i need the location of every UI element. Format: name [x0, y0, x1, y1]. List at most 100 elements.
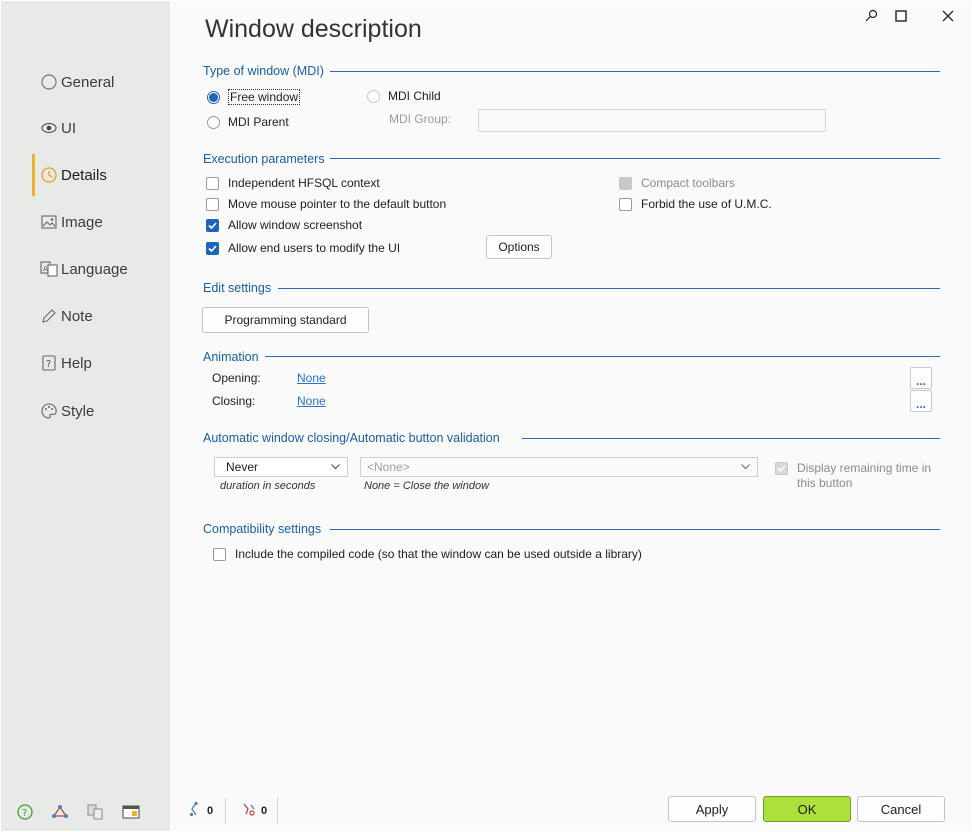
duration-hint: duration in seconds	[220, 480, 316, 492]
checkbox-indicator	[775, 462, 788, 475]
checkmark-icon	[208, 221, 217, 229]
divider	[277, 798, 278, 824]
checkbox-indicator	[206, 176, 219, 190]
radio-mdi-child[interactable]: MDI Child	[367, 89, 441, 103]
sidebar-item-note[interactable]: Note	[32, 295, 171, 337]
links-counter[interactable]: 0	[187, 801, 213, 820]
options-button[interactable]: Options	[486, 235, 552, 259]
section-title-type-of-window: Type of window (MDI)	[203, 64, 329, 78]
closing-link[interactable]: None	[297, 394, 326, 408]
sidebar-item-general[interactable]: General	[32, 61, 171, 103]
radio-indicator	[207, 90, 220, 104]
sidebar-item-ui[interactable]: UI	[32, 107, 171, 149]
closing-more-button[interactable]: ...	[910, 390, 932, 412]
checkbox-include-compiled[interactable]: Include the compiled code (so that the w…	[213, 547, 642, 561]
button-hint: None = Close the window	[364, 480, 490, 492]
mdi-group-field[interactable]	[478, 109, 826, 132]
sidebar-item-label: Language	[61, 260, 128, 278]
section-divider	[330, 158, 940, 159]
checkbox-label: Include the compiled code (so that the w…	[235, 547, 642, 561]
checkbox-indicator	[619, 197, 632, 211]
checkmark-icon	[777, 465, 786, 473]
sidebar-item-image[interactable]: Image	[32, 201, 171, 243]
opening-more-button[interactable]: ...	[910, 367, 932, 389]
links-count: 0	[207, 804, 214, 817]
pencil-icon	[40, 307, 58, 325]
image-icon	[40, 213, 58, 231]
main-panel: Window description Type of window (MDI) …	[170, 1, 971, 831]
broken-links-counter[interactable]: 0	[241, 801, 267, 820]
checkbox-indicator	[206, 218, 219, 232]
sidebar-item-label: Help	[61, 354, 92, 372]
sidebar-item-details[interactable]: Details	[32, 154, 171, 196]
pin-icon[interactable]	[860, 5, 882, 27]
section-title-auto-close: Automatic window closing/Automatic butto…	[203, 431, 505, 445]
sidebar-item-language[interactable]: A Language	[32, 248, 171, 290]
sidebar-item-label: Note	[61, 307, 93, 325]
checkbox-move-mouse[interactable]: Move mouse pointer to the default button	[206, 197, 446, 211]
sidebar: General UI Details Image A Language Note…	[1, 1, 170, 831]
sidebar-item-style[interactable]: Style	[32, 390, 171, 432]
opening-link[interactable]: None	[297, 371, 326, 385]
checkbox-label-line: Display remaining time in	[797, 461, 932, 475]
radio-label: MDI Child	[388, 89, 441, 103]
sidebar-item-label: Image	[61, 213, 103, 231]
sidebar-item-help[interactable]: ? Help	[32, 342, 171, 384]
checkbox-label: Forbid the use of U.M.C.	[641, 197, 772, 211]
checkbox-label: Display remaining time in this button	[797, 461, 931, 491]
link-icon	[187, 801, 201, 820]
divider	[225, 798, 226, 824]
section-title-animation: Animation	[203, 350, 264, 364]
page-title: Window description	[205, 15, 422, 43]
apply-button[interactable]: Apply	[668, 796, 756, 822]
circle-icon	[40, 73, 58, 91]
checkbox-indicator	[619, 176, 632, 190]
language-icon: A	[40, 260, 58, 278]
help-circle-icon[interactable]: ?	[15, 802, 35, 822]
checkbox-allow-screenshot[interactable]: Allow window screenshot	[206, 218, 362, 232]
button-select[interactable]: <None>	[360, 457, 758, 477]
palette-icon	[40, 402, 58, 420]
section-divider	[522, 438, 940, 439]
section-divider	[330, 71, 940, 72]
svg-text:?: ?	[22, 808, 27, 819]
maximize-icon[interactable]	[890, 5, 912, 27]
radio-indicator	[207, 115, 220, 129]
checkbox-allow-modify-ui[interactable]: Allow end users to modify the UI	[206, 241, 400, 255]
checkbox-label: Move mouse pointer to the default button	[228, 197, 447, 211]
radio-free-window[interactable]: Free window	[207, 89, 301, 105]
svg-text:?: ?	[46, 359, 51, 370]
checkbox-indicator	[206, 241, 219, 255]
programming-standard-button[interactable]: Programming standard	[202, 307, 369, 333]
network-icon[interactable]	[50, 802, 70, 822]
duration-select[interactable]: Never	[214, 457, 348, 477]
radio-label: MDI Parent	[228, 115, 289, 129]
checkbox-indicator	[206, 197, 219, 211]
checkbox-compact-toolbars[interactable]: Compact toolbars	[619, 176, 735, 190]
checkbox-display-remaining[interactable]: Display remaining time in this button	[775, 461, 931, 491]
checkbox-label: Allow window screenshot	[228, 218, 363, 232]
section-title-compatibility: Compatibility settings	[203, 522, 327, 536]
radio-label: Free window	[228, 89, 301, 105]
select-value: <None>	[367, 460, 410, 474]
window-icon[interactable]	[121, 802, 141, 822]
checkbox-label-line: this button	[797, 476, 853, 490]
section-divider	[278, 288, 940, 289]
checkbox-forbid-umc[interactable]: Forbid the use of U.M.C.	[619, 197, 772, 211]
radio-mdi-parent[interactable]: MDI Parent	[207, 115, 289, 129]
close-icon[interactable]	[937, 5, 959, 27]
sidebar-item-label: Details	[61, 166, 107, 184]
section-divider	[330, 529, 940, 530]
radio-indicator	[367, 89, 380, 103]
checkbox-independent-hfsql[interactable]: Independent HFSQL context	[206, 176, 380, 190]
eye-icon	[40, 119, 58, 137]
translate-icon[interactable]	[85, 802, 105, 822]
checkbox-label: Compact toolbars	[641, 176, 736, 190]
ok-button[interactable]: OK	[763, 796, 851, 822]
chevron-down-icon	[330, 461, 341, 475]
section-divider	[265, 356, 940, 357]
sidebar-item-label: UI	[61, 119, 76, 137]
chevron-down-icon	[740, 461, 751, 475]
cancel-button[interactable]: Cancel	[857, 796, 945, 822]
sidebar-item-label: Style	[61, 402, 95, 420]
